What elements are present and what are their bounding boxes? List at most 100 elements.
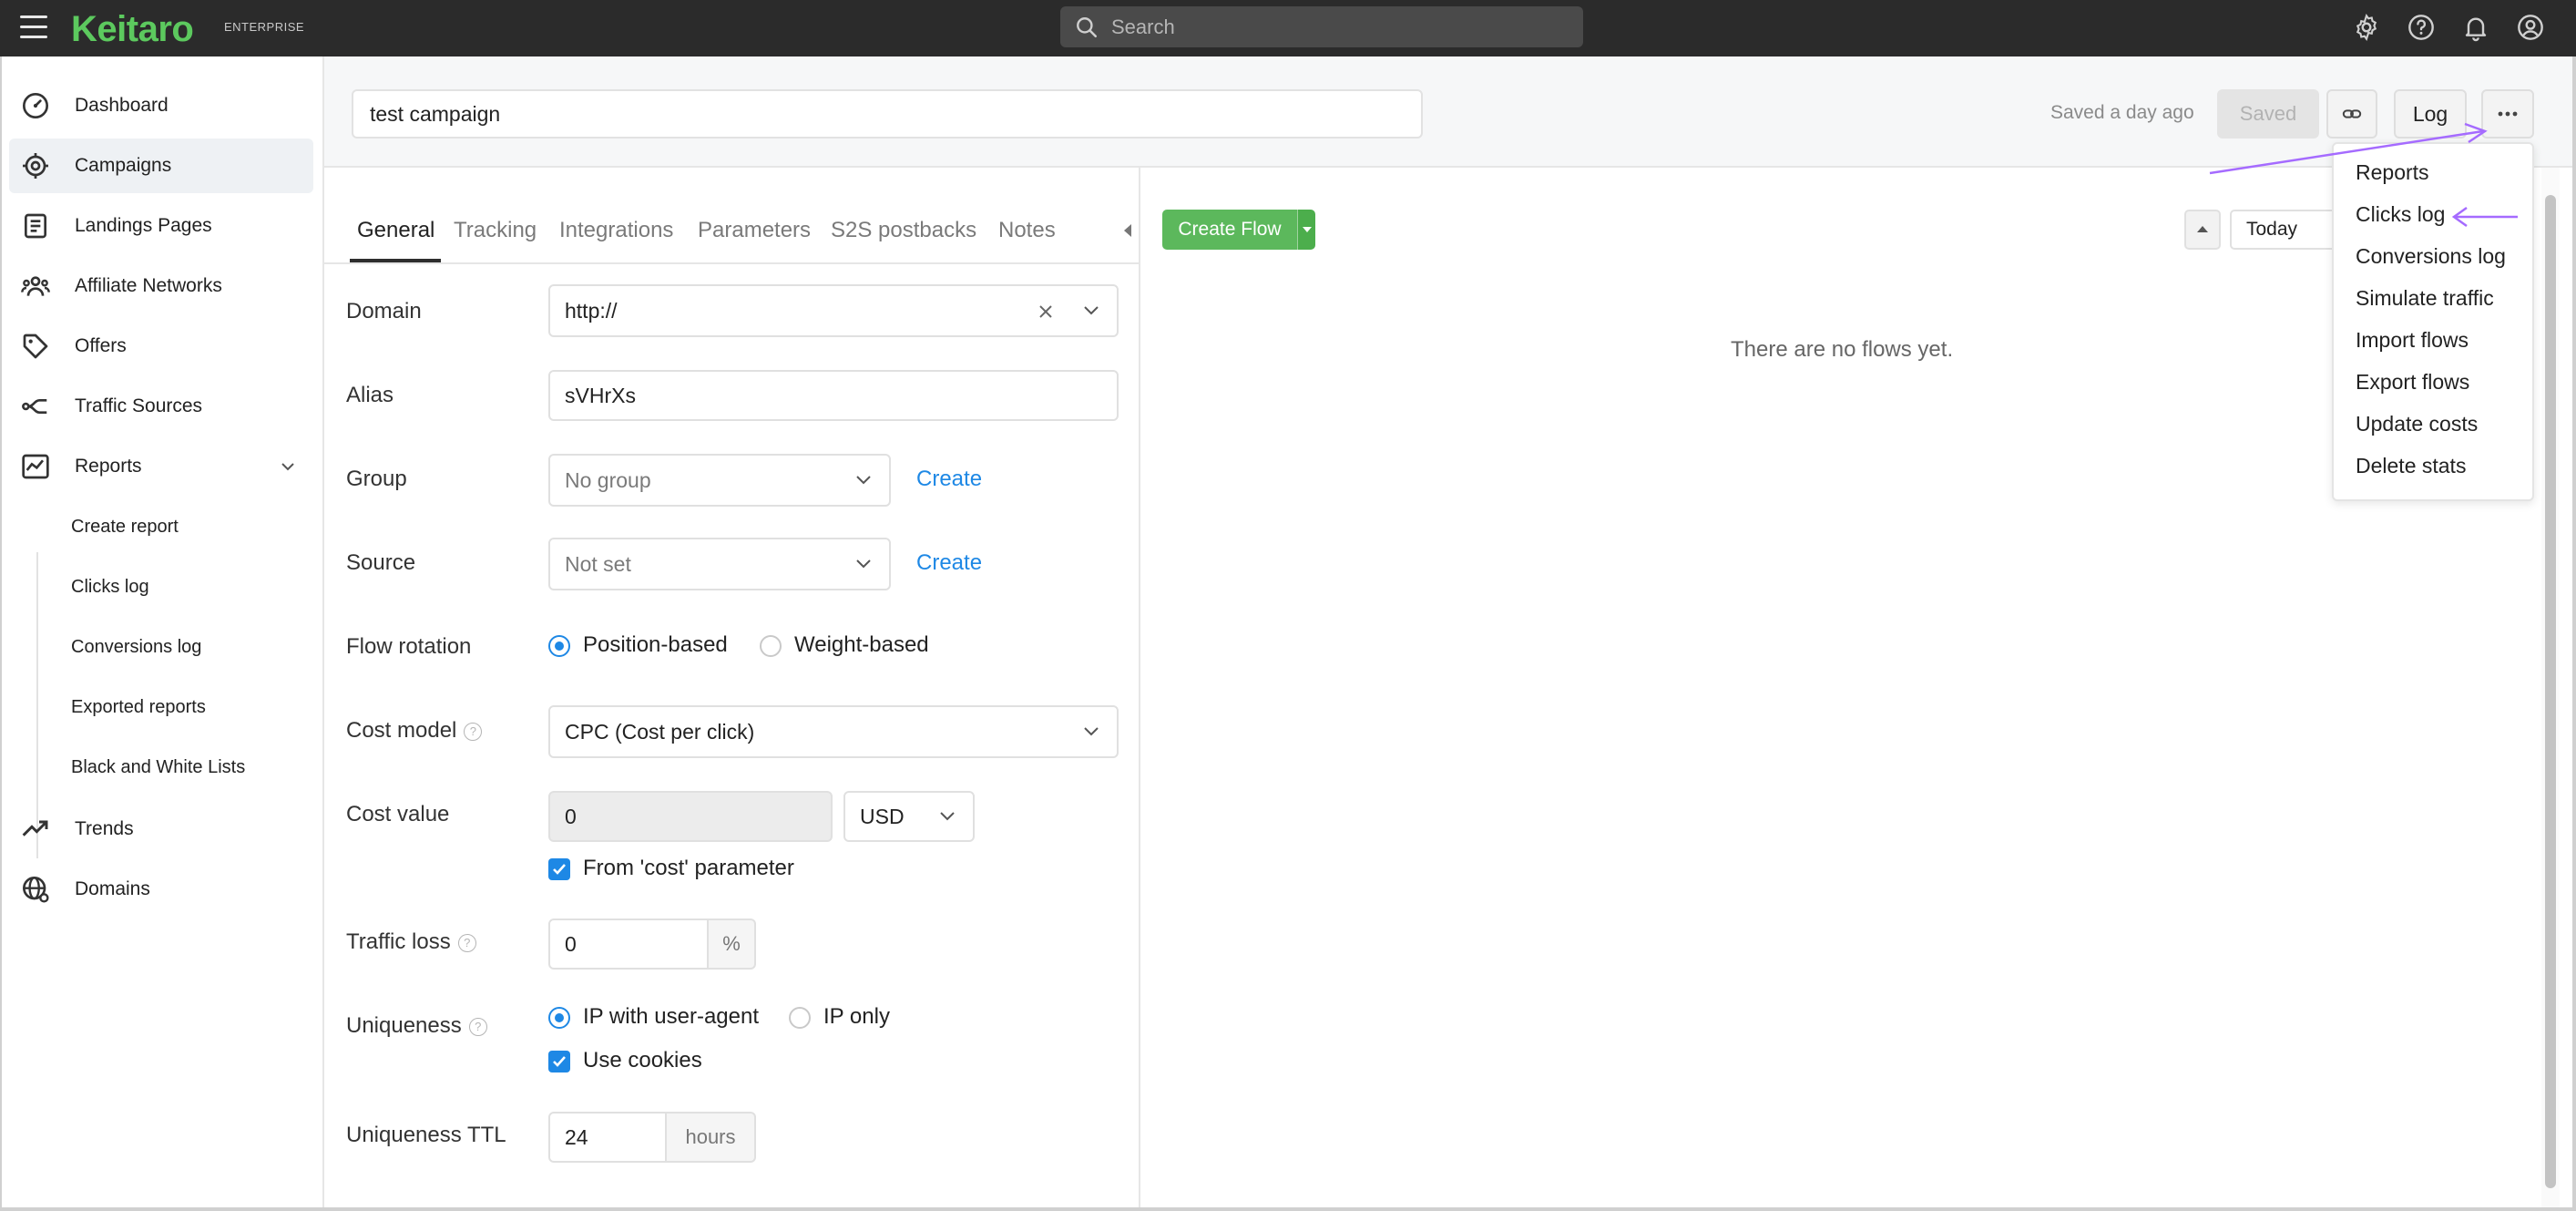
sidebar-item-offers[interactable]: Offers: [9, 319, 313, 374]
help-icon[interactable]: ?: [457, 933, 476, 952]
create-group-link[interactable]: Create: [916, 467, 982, 492]
from-cost-param-label[interactable]: From 'cost' parameter: [583, 856, 794, 881]
flow-rotation-weight-radio[interactable]: [760, 635, 782, 657]
save-button[interactable]: Saved: [2217, 89, 2319, 139]
flow-rotation-position-radio[interactable]: [548, 635, 570, 657]
from-cost-param-checkbox[interactable]: [548, 858, 570, 880]
group-select[interactable]: No group: [548, 454, 891, 507]
date-range-select[interactable]: Today: [2230, 210, 2339, 250]
percent-addon: %: [709, 919, 756, 970]
cost-model-select[interactable]: CPC (Cost per click): [548, 705, 1119, 758]
main-scrollbar[interactable]: [2541, 168, 2560, 1211]
sidebar-subitem-create-report[interactable]: Create report: [71, 517, 179, 538]
use-cookies-label[interactable]: Use cookies: [583, 1048, 702, 1073]
log-button[interactable]: Log: [2394, 89, 2467, 139]
clear-icon[interactable]: [1038, 304, 1053, 319]
sidebar-item-label: Affiliate Networks: [75, 275, 222, 296]
campaign-name-input[interactable]: [352, 89, 1423, 139]
checkmark-icon: [553, 1056, 566, 1067]
use-cookies-checkbox[interactable]: [548, 1051, 570, 1072]
tab-tracking[interactable]: Tracking: [454, 218, 537, 243]
notifications-bell-icon[interactable]: [2461, 13, 2490, 42]
target-icon: [20, 150, 51, 181]
search-icon: [1077, 16, 1098, 37]
uniqueness-ip-ua-label[interactable]: IP with user-agent: [583, 1004, 759, 1030]
sidebar-item-dashboard[interactable]: Dashboard: [9, 78, 313, 133]
cost-model-label: Cost model?: [346, 718, 483, 744]
sidebar-item-campaigns[interactable]: Campaigns: [9, 139, 313, 193]
collapse-stats-button[interactable]: [2184, 210, 2221, 250]
group-label: Group: [346, 467, 407, 491]
search-box[interactable]: [1060, 6, 1583, 47]
dashboard-icon: [20, 90, 51, 121]
group-value: No group: [565, 467, 651, 492]
sidebar-item-domains[interactable]: Domains: [9, 862, 313, 917]
menu-item-update-costs[interactable]: Update costs: [2356, 412, 2478, 436]
cost-model-label-text: Cost model: [346, 718, 457, 743]
menu-item-conversions-log[interactable]: Conversions log: [2356, 244, 2506, 269]
source-select[interactable]: Not set: [548, 538, 891, 590]
tab-notes[interactable]: Notes: [998, 218, 1056, 243]
flow-rotation-weight-label[interactable]: Weight-based: [794, 632, 929, 658]
currency-select[interactable]: USD: [843, 791, 975, 842]
menu-item-reports[interactable]: Reports: [2356, 160, 2429, 185]
page-icon: [20, 210, 51, 241]
traffic-loss-input[interactable]: [548, 919, 709, 970]
menu-item-simulate-traffic[interactable]: Simulate traffic: [2356, 286, 2494, 311]
uniqueness-ttl-label: Uniqueness TTL: [346, 1123, 506, 1147]
help-icon[interactable]: [2407, 13, 2436, 42]
sidebar: Dashboard Campaigns Landings Pages Affil…: [0, 56, 324, 1211]
logo[interactable]: Keitaro: [71, 9, 194, 50]
help-icon[interactable]: ?: [464, 722, 483, 741]
uniqueness-ip-ua-radio[interactable]: [548, 1007, 570, 1029]
create-flow-dropdown-button[interactable]: [1297, 210, 1315, 250]
menu-item-export-flows[interactable]: Export flows: [2356, 370, 2469, 395]
domain-select[interactable]: http://: [548, 284, 1119, 337]
sidebar-subitem-exported-reports[interactable]: Exported reports: [71, 697, 206, 718]
scrollbar-thumb[interactable]: [2545, 195, 2556, 1188]
uniqueness-label: Uniqueness?: [346, 1013, 487, 1039]
tab-integrations[interactable]: Integrations: [559, 218, 673, 243]
create-flow-button[interactable]: Create Flow: [1162, 210, 1297, 250]
sidebar-item-trends[interactable]: Trends: [9, 802, 313, 857]
sidebar-item-affiliate-networks[interactable]: Affiliate Networks: [9, 259, 313, 313]
sidebar-subitem-conversions-log[interactable]: Conversions log: [71, 637, 201, 658]
tabs-scroll-left-icon[interactable]: [1124, 224, 1131, 237]
sidebar-item-traffic-sources[interactable]: Traffic Sources: [9, 379, 313, 434]
alias-input[interactable]: [548, 370, 1119, 421]
create-source-link[interactable]: Create: [916, 550, 982, 576]
search-input[interactable]: [1111, 15, 1567, 39]
sidebar-subitem-clicks-log[interactable]: Clicks log: [71, 577, 149, 598]
sidebar-subitem-black-white-lists[interactable]: Black and White Lists: [71, 757, 245, 778]
alias-label: Alias: [346, 383, 394, 407]
flow-rotation-position-label[interactable]: Position-based: [583, 632, 728, 658]
cost-value-input[interactable]: [548, 791, 833, 842]
window-frame-right: [2572, 56, 2576, 1211]
campaign-link-button[interactable]: [2326, 89, 2377, 139]
more-dots-icon: [2498, 111, 2518, 117]
uniqueness-ip-only-radio[interactable]: [789, 1007, 811, 1029]
menu-item-import-flows[interactable]: Import flows: [2356, 328, 2469, 353]
tab-parameters[interactable]: Parameters: [698, 218, 811, 243]
split-icon: [20, 391, 51, 422]
account-avatar-icon[interactable]: [2516, 13, 2545, 42]
uniqueness-ttl-input[interactable]: [548, 1112, 667, 1163]
tab-general[interactable]: General: [357, 218, 434, 243]
hamburger-menu-icon[interactable]: [20, 15, 47, 39]
more-actions-button[interactable]: [2481, 89, 2534, 139]
sidebar-item-landings-pages[interactable]: Landings Pages: [9, 199, 313, 253]
menu-item-delete-stats[interactable]: Delete stats: [2356, 454, 2466, 478]
uniqueness-ip-only-label[interactable]: IP only: [823, 1004, 890, 1030]
menu-item-clicks-log[interactable]: Clicks log: [2356, 202, 2445, 227]
help-icon[interactable]: ?: [468, 1017, 487, 1036]
top-bar: Keitaro ENTERPRISE: [0, 0, 2576, 56]
sidebar-item-reports[interactable]: Reports: [9, 439, 313, 494]
tab-s2s-postbacks[interactable]: S2S postbacks: [831, 218, 976, 243]
settings-gear-icon[interactable]: [2352, 13, 2381, 42]
campaign-settings-panel: General Tracking Integrations Parameters…: [324, 168, 1140, 1211]
empty-flows-message: There are no flows yet.: [1731, 337, 1954, 362]
cost-value-label: Cost value: [346, 802, 450, 826]
sidebar-item-label: Trends: [75, 818, 134, 839]
sidebar-item-label: Domains: [75, 878, 150, 899]
link-icon: [2342, 109, 2362, 118]
